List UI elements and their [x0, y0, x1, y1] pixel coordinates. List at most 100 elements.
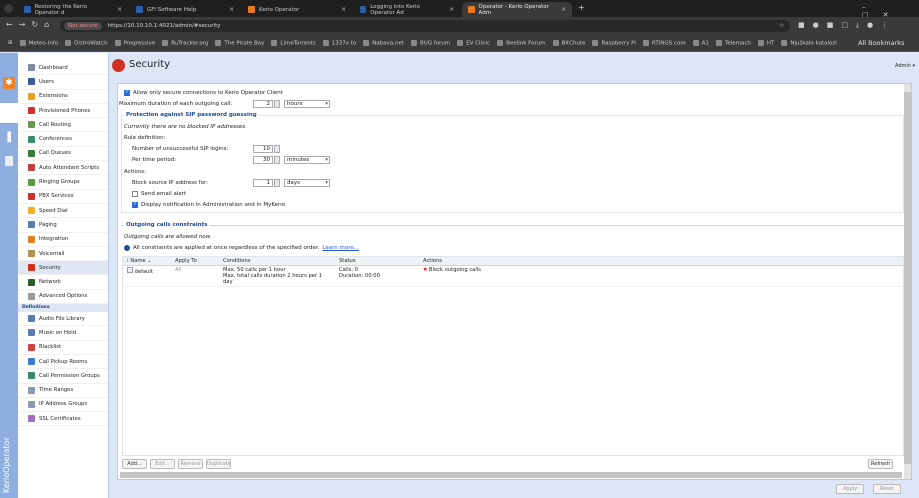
sidebar-item-music-on-hold[interactable]: Music on Hold — [18, 326, 108, 341]
max-duration-spinner[interactable] — [274, 100, 280, 108]
bookmark[interactable]: 1337x.to — [323, 40, 357, 46]
close-icon[interactable]: ✕ — [561, 7, 566, 13]
column-status[interactable]: Status — [335, 257, 419, 266]
edit-button[interactable]: Edit... — [150, 459, 175, 469]
bookmark[interactable]: RTINGS.com — [643, 40, 686, 46]
bookmark[interactable]: Njuškalo katalozi — [781, 40, 836, 46]
max-duration-unit-select[interactable]: hours — [284, 100, 330, 108]
bookmark[interactable]: LimeTorrents — [271, 40, 315, 46]
status-icon[interactable]: ✱ — [3, 77, 15, 89]
row-checkbox[interactable] — [127, 266, 133, 273]
column-apply-to[interactable]: Apply To — [171, 257, 219, 266]
secure-only-checkbox[interactable] — [124, 89, 130, 96]
sidebar-item-blacklist[interactable]: Blacklist — [18, 341, 108, 355]
browser-tab-active[interactable]: Operator - Kerio Operator Adm ✕ — [462, 2, 572, 17]
bookmark[interactable]: BitChute — [553, 40, 586, 46]
duplicate-button[interactable]: Duplicate — [206, 459, 231, 469]
close-icon[interactable]: ✕ — [341, 7, 346, 13]
sidebar-item-audio-file-library[interactable]: Audio File Library — [18, 312, 108, 327]
reset-button[interactable]: Reset — [873, 484, 901, 494]
notify-checkbox[interactable] — [132, 201, 138, 208]
bookmark[interactable]: EV Clinic — [457, 40, 490, 46]
sidebar-item-conferences[interactable]: Conferences — [18, 132, 108, 147]
user-menu[interactable]: Admin ▾ — [895, 63, 915, 69]
sidebar-item-users[interactable]: Users — [18, 75, 108, 90]
remove-button[interactable]: Remove — [178, 459, 203, 469]
add-button[interactable]: Add... — [122, 459, 147, 469]
period-unit-select[interactable]: minutes — [284, 156, 330, 164]
period-spinner[interactable] — [274, 156, 280, 164]
extension-icons[interactable]: ■●■□⤓●⋮ — [798, 21, 896, 30]
bookmark[interactable]: BUG forum — [411, 40, 450, 46]
apply-button[interactable]: Apply — [836, 484, 864, 494]
sidebar-item-call-queues[interactable]: Call Queues — [18, 147, 108, 162]
vertical-scrollbar[interactable] — [904, 84, 911, 479]
close-icon[interactable]: ✕ — [449, 7, 454, 13]
bookmark[interactable]: Progressive — [115, 40, 156, 46]
bookmark[interactable]: Raspberry Pi — [592, 40, 635, 46]
sidebar-item-integration[interactable]: Integration — [18, 233, 108, 247]
new-tab-button[interactable]: + — [578, 3, 585, 12]
sidebar-item-security[interactable]: Security — [18, 261, 108, 276]
column-name[interactable]: ⁞ Name ⌄ — [123, 257, 171, 266]
sidebar-item-provisioned-phones[interactable]: Provisioned Phones — [18, 104, 108, 119]
statistics-icon[interactable]: ▐ — [4, 133, 11, 143]
sidebar-item-paging[interactable]: Paging — [18, 218, 108, 233]
sidebar-item-speed-dial[interactable]: Speed Dial — [18, 204, 108, 219]
browser-tab[interactable]: Restoring the Kerio Operator d ✕ — [18, 2, 128, 17]
sip-logins-spinner[interactable] — [274, 145, 280, 153]
sidebar-item-call-routing[interactable]: Call Routing — [18, 118, 108, 133]
apps-icon[interactable]: ⊞ — [8, 40, 13, 46]
sidebar-item-ssl-certificates[interactable]: SSL Certificates — [18, 412, 108, 427]
column-conditions[interactable]: Conditions — [219, 257, 335, 266]
column-actions[interactable]: Actions — [419, 257, 903, 266]
sidebar-item-call-pickup-rooms[interactable]: Call Pickup Rooms — [18, 355, 108, 370]
period-input[interactable]: 30 — [253, 156, 273, 164]
star-icon[interactable]: ☆ — [779, 23, 784, 29]
sidebar-item-voicemail[interactable]: Voicemail — [18, 247, 108, 262]
bookmark[interactable]: HT — [758, 40, 775, 46]
bookmark[interactable]: Nabava.net — [363, 40, 404, 46]
sidebar-item-time-ranges[interactable]: Time Ranges — [18, 384, 108, 398]
sidebar-item-dashboard[interactable]: Dashboard — [18, 61, 108, 76]
sidebar-item-advanced-options[interactable]: Advanced Options — [18, 290, 108, 305]
not-secure-chip[interactable]: Not secure — [64, 22, 102, 30]
sidebar-item-pbx-services[interactable]: PBX Services — [18, 190, 108, 204]
bookmark[interactable]: Beelink Forum — [497, 40, 545, 46]
sidebar-item-auto-attendant-scripts[interactable]: Auto Attendant Scripts — [18, 161, 108, 176]
bookmark[interactable]: DistroWatch — [65, 40, 107, 46]
browser-tab[interactable]: Kerio Operator ✕ — [242, 2, 352, 17]
block-unit-select[interactable]: days — [284, 179, 330, 187]
sidebar-item-extensions[interactable]: Extensions — [18, 90, 108, 104]
bookmark[interactable]: Meteo-Info — [20, 40, 59, 46]
sidebar-item-label: Conferences — [39, 136, 73, 143]
sidebar-item-call-permission-groups[interactable]: Call Permission Groups — [18, 369, 108, 384]
bookmark[interactable]: The Pirate Bay — [215, 40, 264, 46]
url-bar[interactable]: Not secure https://10.10.10.1:4021/admin… — [60, 20, 790, 32]
bookmark[interactable]: Telemach — [716, 40, 751, 46]
tab-search-button[interactable] — [4, 4, 13, 13]
bookmark[interactable]: RuTracker.org — [162, 40, 208, 46]
block-input[interactable]: 1 — [253, 179, 273, 187]
url-text[interactable]: https://10.10.10.1:4021/admin/#security — [108, 23, 221, 29]
horizontal-scrollbar[interactable] — [120, 472, 902, 478]
sidebar-item-ringing-groups[interactable]: Ringing Groups — [18, 175, 108, 190]
browser-tab[interactable]: GFI Software Help ✕ — [130, 2, 240, 17]
close-icon[interactable]: ✕ — [229, 7, 234, 13]
table-row[interactable]: default All Max. 50 calls per 1 hourMax.… — [123, 266, 903, 287]
max-duration-input[interactable]: 2 — [253, 100, 273, 108]
browser-tab[interactable]: Logging into Kerio Operator Ad ✕ — [354, 2, 460, 17]
close-icon[interactable]: ✕ — [117, 7, 122, 13]
all-bookmarks[interactable]: All Bookmarks — [858, 38, 905, 48]
block-spinner[interactable] — [274, 179, 280, 187]
sidebar-item-ip-address-groups[interactable]: IP Address Groups — [18, 398, 108, 413]
configuration-icon[interactable] — [0, 103, 18, 123]
nav-buttons[interactable]: ←→↻⌂ — [6, 20, 55, 29]
logs-icon[interactable] — [5, 156, 13, 166]
sidebar-item-network[interactable]: Network — [18, 275, 108, 290]
learn-more-link[interactable]: Learn more... — [322, 245, 359, 251]
bookmark[interactable]: A1 — [693, 40, 709, 46]
refresh-button[interactable]: Refresh — [868, 459, 893, 469]
email-alert-checkbox[interactable] — [132, 191, 138, 197]
sip-logins-input[interactable]: 10 — [253, 145, 273, 153]
